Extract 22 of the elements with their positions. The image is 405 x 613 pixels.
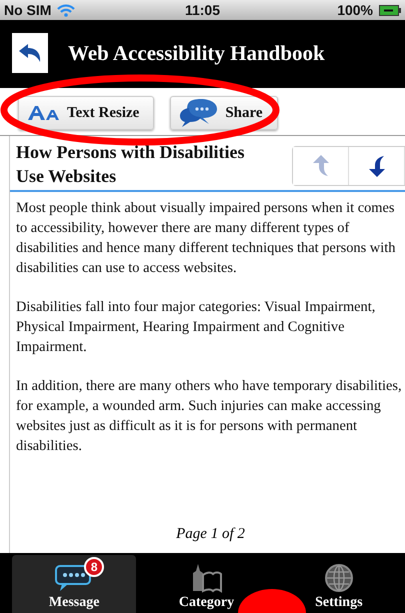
page-indicator: Page 1 of 2 bbox=[176, 526, 245, 542]
font-size-icon bbox=[27, 105, 61, 121]
text-resize-button[interactable]: Text Resize bbox=[18, 96, 154, 130]
tab-bar-item[interactable]: Message 8 bbox=[12, 555, 136, 613]
wifi-icon bbox=[57, 4, 76, 16]
carrier-text: No SIM bbox=[4, 2, 52, 18]
tab-bar-item[interactable]: Category bbox=[144, 555, 269, 613]
article-paragraph: Disabilities fall into four major categories: Visual Impairment, Physical Impairment, Hearing Impairment and Cognitive Impairment. bbox=[16, 298, 376, 357]
back-arrow-icon bbox=[18, 43, 42, 63]
up-arrow-icon bbox=[312, 154, 330, 178]
globe-icon bbox=[324, 563, 354, 593]
article-paragraph: In addition, there are many others who have temporary disabilities, for example, a wounded arm. Such injuries can make accessing websites just as difficult as it is for persons with permanent disabilities. bbox=[16, 377, 403, 456]
down-arrow-icon bbox=[368, 154, 386, 178]
back-button[interactable] bbox=[12, 33, 48, 73]
battery-icon bbox=[379, 4, 401, 16]
clock-text: 11:05 bbox=[184, 2, 222, 18]
battery-text: 100% bbox=[337, 2, 373, 18]
article-paragraph: Most people think about visually impaired persons when it comes to accessibility, however there are many different types of disabilities and hence many different techniques that persons with disabilities can use to access websites. bbox=[16, 199, 396, 278]
article-title: How Persons with Disabilities Use Websites bbox=[16, 141, 246, 188]
app-title: Web Accessibility Handbook bbox=[68, 40, 325, 66]
notification-badge: 8 bbox=[84, 557, 104, 577]
chat-bubbles-icon bbox=[179, 98, 220, 128]
